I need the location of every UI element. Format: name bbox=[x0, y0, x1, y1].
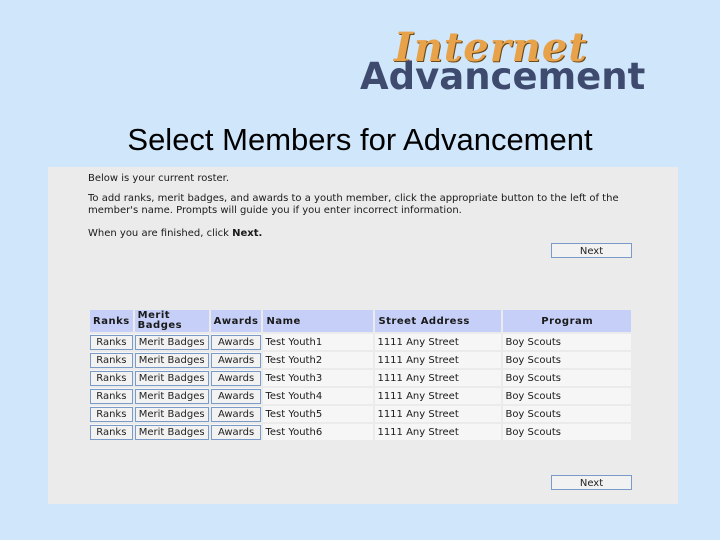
member-name-cell: Test Youth1 bbox=[263, 334, 374, 350]
roster-intro-text: Below is your current roster. bbox=[88, 173, 230, 184]
awards-button[interactable]: Awards bbox=[210, 334, 262, 350]
table-row: Ranks Merit Badges Awards Test Youth5 1111 A… bbox=[90, 406, 631, 422]
merit-badges-button[interactable]: Merit Badges bbox=[134, 388, 209, 404]
instruction-text: To add ranks, merit badges, and awards t… bbox=[88, 193, 619, 216]
merit-badges-button-cell: Merit Badges bbox=[134, 406, 209, 422]
street-address: 1111 Any Street bbox=[377, 336, 459, 348]
roster-panel: Below is your current roster. To add ran… bbox=[48, 167, 678, 504]
ranks-button[interactable]: Ranks bbox=[90, 388, 133, 404]
page-title: Select Members for Advancement bbox=[127, 122, 593, 157]
member-name-cell: Test Youth5 bbox=[263, 406, 374, 422]
ranks-button-cell: Ranks bbox=[90, 406, 133, 422]
street-address: 1111 Any Street bbox=[377, 372, 459, 384]
street-address-cell: 1111 Any Street bbox=[375, 406, 502, 422]
street-address-cell: 1111 Any Street bbox=[375, 352, 502, 368]
table-row: Ranks Merit Badges Awards Test Youth3 1111 A… bbox=[90, 370, 631, 386]
awards-button[interactable]: Awards bbox=[210, 352, 262, 368]
program: Boy Scouts bbox=[505, 372, 561, 384]
awards-button-cell: Awards bbox=[210, 370, 262, 386]
finish-prefix: When you are finished, click bbox=[88, 228, 233, 239]
street-address: 1111 Any Street bbox=[377, 408, 459, 420]
next-button-bottom[interactable]: Next bbox=[551, 475, 632, 490]
program: Boy Scouts bbox=[505, 354, 561, 366]
member-name: Test Youth3 bbox=[265, 372, 323, 384]
internet-advancement-logo: Internet Advancement bbox=[360, 26, 682, 98]
street-address-cell: 1111 Any Street bbox=[375, 388, 502, 404]
ranks-button[interactable]: Ranks bbox=[90, 352, 133, 368]
street-address-cell: 1111 Any Street bbox=[375, 334, 502, 350]
ranks-button[interactable]: Ranks bbox=[90, 370, 133, 386]
awards-button[interactable]: Awards bbox=[210, 388, 262, 404]
table-row: Ranks Merit Badges Awards Test Youth1 1111 A… bbox=[90, 334, 631, 350]
merit-badges-button-cell: Merit Badges bbox=[134, 424, 209, 440]
merit-badges-button[interactable]: Merit Badges bbox=[134, 352, 209, 368]
merit-badges-button-cell: Merit Badges bbox=[134, 334, 209, 350]
member-name: Test Youth4 bbox=[265, 390, 323, 402]
awards-button[interactable]: Awards bbox=[210, 424, 262, 440]
street-address: 1111 Any Street bbox=[377, 426, 459, 438]
program: Boy Scouts bbox=[505, 426, 561, 438]
program-cell: Boy Scouts bbox=[503, 334, 631, 350]
merit-badges-button[interactable]: Merit Badges bbox=[134, 334, 209, 350]
program: Boy Scouts bbox=[505, 336, 561, 348]
ranks-button[interactable]: Ranks bbox=[90, 334, 133, 350]
header-program: Program bbox=[503, 310, 631, 332]
awards-button[interactable]: Awards bbox=[210, 370, 262, 386]
member-name-cell: Test Youth3 bbox=[263, 370, 374, 386]
table-row: Ranks Merit Badges Awards Test Youth6 1111 A… bbox=[90, 424, 631, 440]
awards-button-cell: Awards bbox=[210, 424, 262, 440]
table-row: Ranks Merit Badges Awards Test Youth4 1111 A… bbox=[90, 388, 631, 404]
header-merit-badges: Merit Badges bbox=[134, 310, 209, 332]
header-street-address: Street Address bbox=[375, 310, 502, 332]
ranks-button-cell: Ranks bbox=[90, 370, 133, 386]
awards-button-cell: Awards bbox=[210, 352, 262, 368]
finish-next-word: Next. bbox=[232, 228, 263, 239]
next-button-top[interactable]: Next bbox=[551, 243, 632, 258]
table-row: Ranks Merit Badges Awards Test Youth2 1111 A… bbox=[90, 352, 631, 368]
program: Boy Scouts bbox=[505, 408, 561, 420]
ranks-button-cell: Ranks bbox=[90, 424, 133, 440]
table-header-row: Ranks Merit Badges Awards Name Street Ad… bbox=[90, 310, 631, 332]
street-address: 1111 Any Street bbox=[377, 354, 459, 366]
awards-button-cell: Awards bbox=[210, 406, 262, 422]
roster-table: Ranks Merit Badges Awards Name Street Ad… bbox=[88, 308, 633, 442]
program-cell: Boy Scouts bbox=[503, 388, 631, 404]
street-address-cell: 1111 Any Street bbox=[375, 424, 502, 440]
member-name-cell: Test Youth2 bbox=[263, 352, 374, 368]
finish-instruction: When you are finished, click Next. bbox=[88, 228, 262, 240]
program-cell: Boy Scouts bbox=[503, 406, 631, 422]
awards-button-cell: Awards bbox=[210, 334, 262, 350]
merit-badges-button[interactable]: Merit Badges bbox=[134, 424, 209, 440]
ranks-button-cell: Ranks bbox=[90, 352, 133, 368]
header-ranks: Ranks bbox=[90, 310, 133, 332]
street-address-cell: 1111 Any Street bbox=[375, 370, 502, 386]
merit-badges-button-cell: Merit Badges bbox=[134, 370, 209, 386]
program-cell: Boy Scouts bbox=[503, 424, 631, 440]
member-name: Test Youth2 bbox=[265, 354, 323, 366]
merit-badges-button-cell: Merit Badges bbox=[134, 352, 209, 368]
member-name: Test Youth6 bbox=[265, 426, 323, 438]
member-name-cell: Test Youth4 bbox=[263, 388, 374, 404]
member-name: Test Youth1 bbox=[265, 336, 323, 348]
header-awards: Awards bbox=[210, 310, 262, 332]
merit-badges-button[interactable]: Merit Badges bbox=[134, 370, 209, 386]
member-name-cell: Test Youth6 bbox=[263, 424, 374, 440]
ranks-button-cell: Ranks bbox=[90, 334, 133, 350]
program-cell: Boy Scouts bbox=[503, 352, 631, 368]
member-name: Test Youth5 bbox=[265, 408, 323, 420]
ranks-button[interactable]: Ranks bbox=[90, 424, 133, 440]
awards-button[interactable]: Awards bbox=[210, 406, 262, 422]
ranks-button[interactable]: Ranks bbox=[90, 406, 133, 422]
merit-badges-button[interactable]: Merit Badges bbox=[134, 406, 209, 422]
ranks-button-cell: Ranks bbox=[90, 388, 133, 404]
logo-advancement-text: Advancement bbox=[360, 55, 646, 98]
merit-badges-button-cell: Merit Badges bbox=[134, 388, 209, 404]
street-address: 1111 Any Street bbox=[377, 390, 459, 402]
header-name: Name bbox=[263, 310, 374, 332]
program-cell: Boy Scouts bbox=[503, 370, 631, 386]
program: Boy Scouts bbox=[505, 390, 561, 402]
awards-button-cell: Awards bbox=[210, 388, 262, 404]
